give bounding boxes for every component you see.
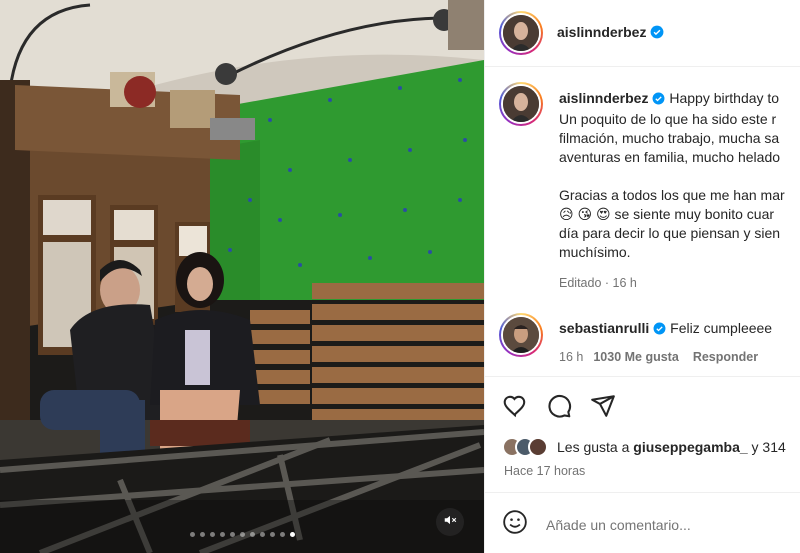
carousel-dot [229,532,235,537]
mute-icon [443,513,457,532]
caption-line: se siente muy bonito cuar [614,206,775,222]
add-comment-input[interactable] [546,516,766,533]
post-photo [0,0,484,553]
post-side-panel: aislinnderbez aislinnderbez Happy birthd… [484,0,800,553]
comment-likes[interactable]: 1030 Me gusta [593,350,678,364]
emoji-icon[interactable] [502,509,528,540]
author-avatar[interactable] [499,11,543,55]
caption-line: Gracias a todos los que me han mar [559,187,785,203]
caption-line: muchísimo. [559,244,631,260]
carousel-dot [239,532,245,537]
caption-emoji: 😍 [596,206,611,222]
verified-icon [650,25,664,42]
likes-prefix: Les gusta a [557,439,634,455]
carousel-dot [289,532,295,537]
carousel-dot [199,532,205,537]
liker-avatar [528,437,548,457]
reply-button[interactable]: Responder [693,350,758,364]
comment-meta: 16 h 1030 Me gusta Responder [559,350,758,364]
caption-line: filmación, mucho trabajo, mucha sa [559,130,780,146]
caption-avatar[interactable] [499,82,543,126]
post-media[interactable] [0,0,484,553]
heart-icon[interactable] [502,393,528,419]
caption-username[interactable]: aislinnderbez [559,90,648,106]
comment-icon[interactable] [546,393,572,419]
carousel-dot [219,532,225,537]
likes-user[interactable]: giuseppegamba_ [633,439,747,455]
header-username[interactable]: aislinnderbez [557,24,664,42]
carousel-dot [249,532,255,537]
carousel-dot [209,532,215,537]
commenter-avatar[interactable] [499,313,543,357]
caption-line: día para decir lo que piensan y sien [559,225,781,241]
caption-line: aventuras en familia, mucho helado [559,149,781,165]
verified-icon [653,321,666,340]
carousel-dot [259,532,265,537]
post-actions [502,393,616,419]
share-icon[interactable] [590,393,616,419]
mute-button[interactable] [436,508,464,536]
post-header: aislinnderbez [485,0,800,67]
carousel-indicators [0,532,484,537]
caption-line: Happy birthday to [669,90,780,106]
post-caption: aislinnderbez Happy birthday to Un poqui… [499,82,800,292]
caption-line: Un poquito de lo que ha sido este r [559,111,777,127]
comment-time: 16 h [559,350,584,364]
caption-emoji: 😘 [577,206,593,222]
likes-summary: Les gusta a giuseppegamba_ y 314 [502,437,786,457]
verified-icon [652,91,665,110]
carousel-dot [279,532,285,537]
caption-body: aislinnderbez Happy birthday to Un poqui… [559,89,800,262]
caption-meta: Editado · 16 h [559,276,637,290]
comment-text: Feliz cumpleeee [670,320,773,336]
add-comment-bar [502,509,766,540]
comment-item: sebastianrulli Feliz cumpleeee 16 h 1030 … [499,313,800,369]
caption-emoji: 😥 [559,206,574,222]
carousel-dot [189,532,195,537]
post-time-ago: Hace 17 horas [504,464,586,478]
likes-suffix[interactable]: y 314 [748,439,786,455]
comment-username[interactable]: sebastianrulli [559,320,649,336]
carousel-dot [269,532,275,537]
comment-body: sebastianrulli Feliz cumpleeee [559,319,800,340]
